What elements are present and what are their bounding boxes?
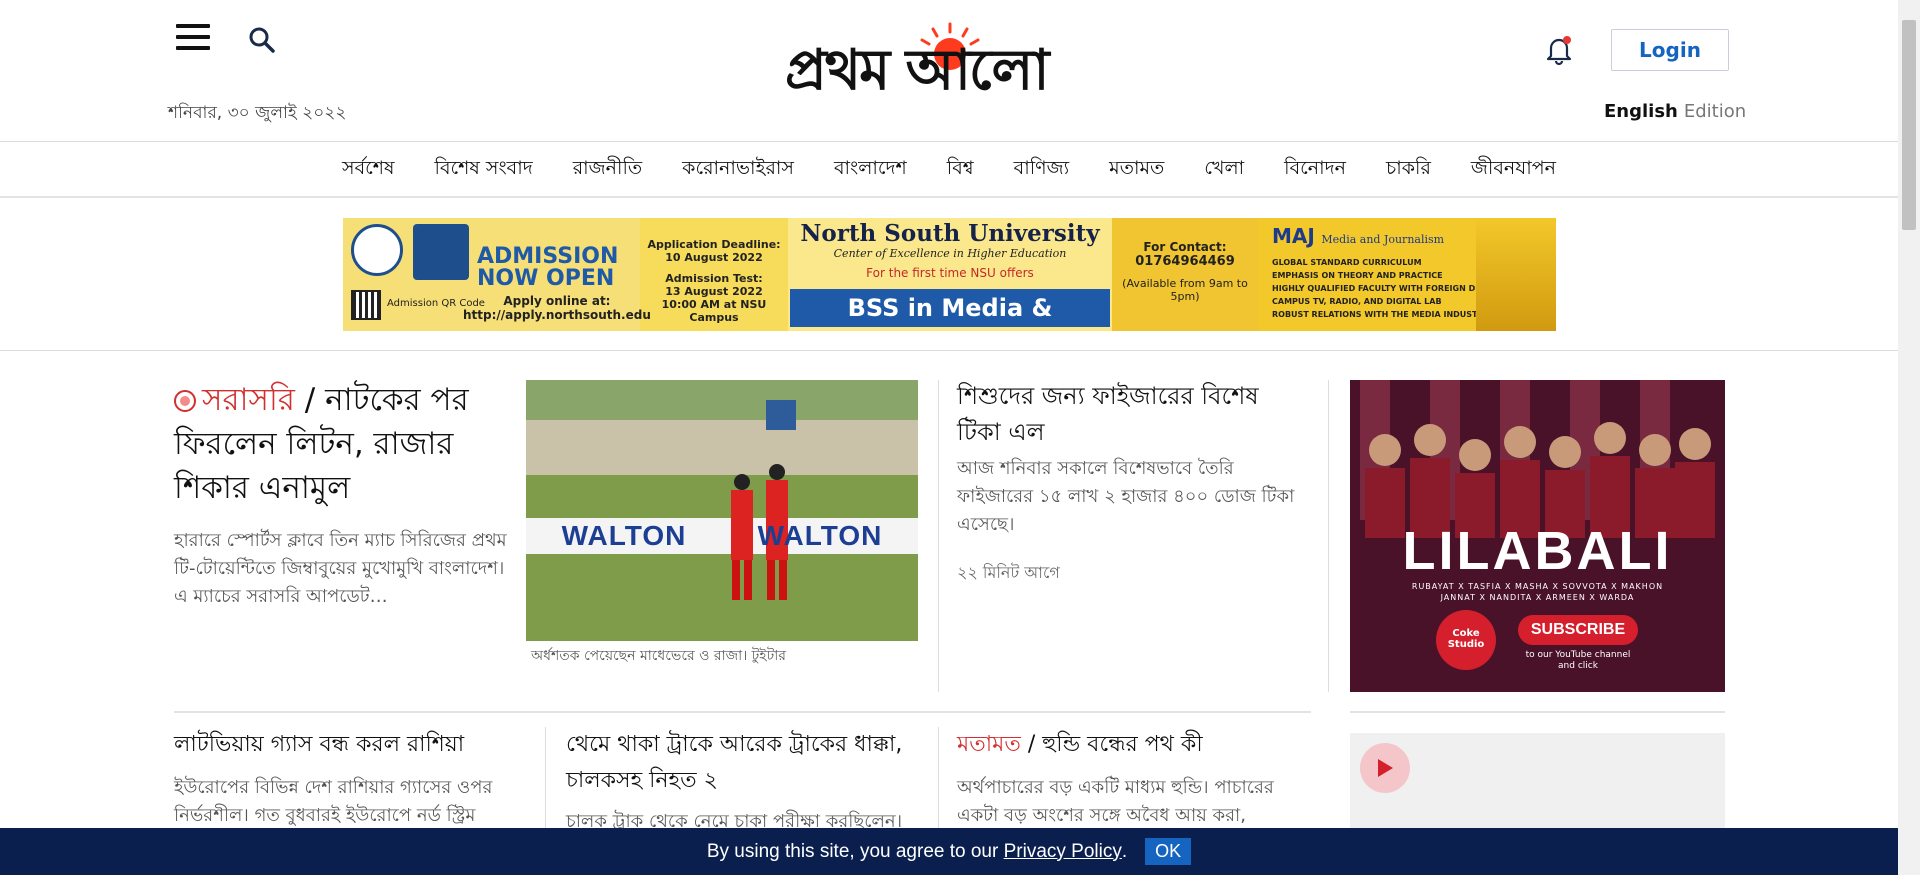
row-story-title-2[interactable]: থেমে থাকা ট্রাকে আরেক ট্রাকের ধাক্কা, চা… bbox=[566, 727, 926, 799]
main-navigation: সর্বশেষ বিশেষ সংবাদ রাজনীতি করোনাভাইরাস … bbox=[0, 143, 1898, 198]
lead-story-title[interactable]: সরাসরি / নাটকের পর ফিরলেন লিটন, রাজার শি… bbox=[174, 378, 504, 510]
live-label: সরাসরি bbox=[202, 382, 295, 418]
cookie-period: . bbox=[1121, 840, 1128, 862]
title-separator: / bbox=[1027, 732, 1036, 757]
nav-item-politics[interactable]: রাজনীতি bbox=[553, 154, 662, 186]
page-scrollbar[interactable] bbox=[1898, 0, 1920, 875]
column-divider bbox=[938, 727, 939, 828]
ad-university-name: North South University bbox=[800, 220, 1100, 247]
column-divider bbox=[938, 380, 939, 692]
site-logo[interactable]: প্রথম আলো bbox=[785, 22, 1115, 100]
subscribe-button[interactable]: SUBSCRIBE bbox=[1518, 621, 1638, 639]
nav-item-lifestyle[interactable]: জীবনযাপন bbox=[1451, 154, 1576, 186]
column-divider bbox=[545, 727, 546, 828]
artists-line-2: JANNAT X NANDITA X ARMEEN X WARDA bbox=[1440, 593, 1635, 602]
play-button[interactable] bbox=[1360, 743, 1410, 793]
university-seal-image bbox=[351, 224, 403, 276]
search-icon[interactable] bbox=[248, 26, 276, 54]
photographer-silhouette-image bbox=[1476, 218, 1556, 331]
coke-studio-ad[interactable]: LILABALI RUBAYAT X TASFIA X MASHA X SOVV… bbox=[1350, 380, 1725, 692]
ad-tagline: Center of Excellence in Higher Education bbox=[833, 247, 1067, 260]
ad-program-name: BSS in Media & Journalism bbox=[790, 289, 1110, 327]
section-divider bbox=[174, 711, 1311, 713]
cookie-consent-bar: By using this site, you agree to our Pri… bbox=[0, 828, 1898, 875]
cookie-text: By using this site, you agree to our bbox=[706, 840, 999, 862]
ad-first-time: For the first time NSU offers bbox=[866, 266, 1034, 280]
nav-item-opinion[interactable]: মতামত bbox=[1089, 154, 1184, 186]
nav-item-business[interactable]: বাণিজ্য bbox=[994, 154, 1090, 186]
current-date: শনিবার, ৩০ জুলাই ২০২২ bbox=[168, 103, 347, 123]
privacy-policy-link[interactable]: Privacy Policy bbox=[1004, 841, 1122, 863]
nav-item-bangladesh[interactable]: বাংলাদেশ bbox=[814, 154, 927, 186]
row-story-title-1[interactable]: লাটভিয়ায় গ্যাস বন্ধ করল রাশিয়া bbox=[174, 727, 534, 763]
notification-bell-icon[interactable] bbox=[1545, 34, 1573, 66]
lead-story-summary[interactable]: হারারে স্পোর্টস ক্লাবে তিন ম্যাচ সিরিজের… bbox=[174, 527, 514, 611]
lead-image-caption: অর্ধশতক পেয়েছেন মাধেভেরে ও রাজা। টুইটার bbox=[531, 648, 786, 664]
lead-story-image[interactable]: WALTON WALTON bbox=[526, 380, 918, 641]
nsu-ad-banner[interactable]: ADMISSION NOW OPEN Apply online at: http… bbox=[343, 218, 1556, 331]
english-edition-link[interactable]: English bbox=[1604, 101, 1678, 122]
ranking-badge-image bbox=[413, 224, 469, 280]
login-button[interactable]: Login bbox=[1611, 29, 1729, 71]
lilabali-title: LILABALI bbox=[1402, 521, 1673, 581]
story-timestamp: ২২ মিনিট আগে bbox=[957, 563, 1060, 582]
stadium-banner: WALTON WALTON bbox=[561, 520, 883, 551]
opinion-category-label: মতামত bbox=[957, 732, 1021, 757]
ad-apply-text: Apply online at: http://apply.northsouth… bbox=[463, 294, 651, 322]
qr-code-image bbox=[351, 290, 381, 320]
row-story-title-text: হুন্ডি বন্ধের পথ কী bbox=[1042, 732, 1203, 757]
row-story-summary-3[interactable]: অর্থপাচারের বড় একটি মাধ্যম হুন্ডি। পাচা… bbox=[957, 774, 1317, 830]
nav-item-entertainment[interactable]: বিনোদন bbox=[1264, 154, 1366, 186]
column-divider bbox=[1328, 380, 1329, 692]
scrollbar-thumb[interactable] bbox=[1902, 20, 1916, 230]
ad-maj-section: MAJ Media and Journalism GLOBAL STANDARD… bbox=[1258, 218, 1556, 331]
nav-item-special-news[interactable]: বিশেষ সংবাদ bbox=[415, 154, 553, 186]
ad-university-section: North South University Center of Excelle… bbox=[788, 218, 1112, 331]
story-summary[interactable]: আজ শনিবার সকালে বিশেষভাবে তৈরি ফাইজারের … bbox=[957, 455, 1297, 539]
ad-contact-section: For Contact: 01764964469 (Available from… bbox=[1112, 218, 1258, 331]
nav-item-coronavirus[interactable]: করোনাভাইরাস bbox=[662, 154, 814, 186]
play-icon bbox=[1378, 759, 1393, 777]
ad-maj-title: MAJ bbox=[1272, 224, 1315, 248]
ad-admission-section: ADMISSION NOW OPEN Apply online at: http… bbox=[343, 218, 651, 331]
site-header: শনিবার, ৩০ জুলাই ২০২২ প্রথম আলো Login En… bbox=[0, 0, 1898, 142]
title-separator: / bbox=[304, 382, 316, 418]
ad-maj-subtitle: Media and Journalism bbox=[1321, 233, 1445, 246]
logo-wordmark: প্রথম আলো bbox=[785, 37, 1049, 103]
live-indicator-icon bbox=[174, 390, 196, 412]
nav-item-sports[interactable]: খেলা bbox=[1184, 154, 1264, 186]
cookie-ok-button[interactable]: OK bbox=[1145, 838, 1192, 865]
edition-label: Edition bbox=[1683, 101, 1747, 122]
qr-code-label: Admission QR Code bbox=[387, 298, 485, 309]
row-story-title-3[interactable]: মতামত / হুন্ডি বন্ধের পথ কী bbox=[957, 727, 1317, 763]
nav-item-jobs[interactable]: চাকরি bbox=[1366, 154, 1451, 186]
story-title[interactable]: শিশুদের জন্য ফাইজারের বিশেষ টিকা এল bbox=[957, 378, 1297, 450]
nav-item-latest[interactable]: সর্বশেষ bbox=[322, 154, 414, 186]
coke-studio-logo: Coke Studio bbox=[1447, 628, 1485, 650]
hamburger-menu-icon[interactable] bbox=[176, 24, 210, 52]
ad-admission-title: ADMISSION NOW OPEN bbox=[477, 244, 619, 291]
artists-line-1: RUBAYAT X TASFIA X MASHA X SOVVOTA X MAK… bbox=[1411, 582, 1664, 591]
sidebar-divider bbox=[1350, 711, 1725, 713]
subscribe-subtext: to our YouTube channel and click bbox=[1525, 650, 1631, 671]
ad-deadline-section: Application Deadline: 10 August 2022 Adm… bbox=[640, 218, 788, 331]
ad-band: ADMISSION NOW OPEN Apply online at: http… bbox=[0, 200, 1898, 351]
edition-switch: English Edition bbox=[1604, 101, 1746, 122]
row-story-summary-1[interactable]: ইউরোপের বিভিন্ন দেশ রাশিয়ার গ্যাসের ওপর… bbox=[174, 774, 534, 830]
nav-item-world[interactable]: বিশ্ব bbox=[927, 154, 994, 186]
